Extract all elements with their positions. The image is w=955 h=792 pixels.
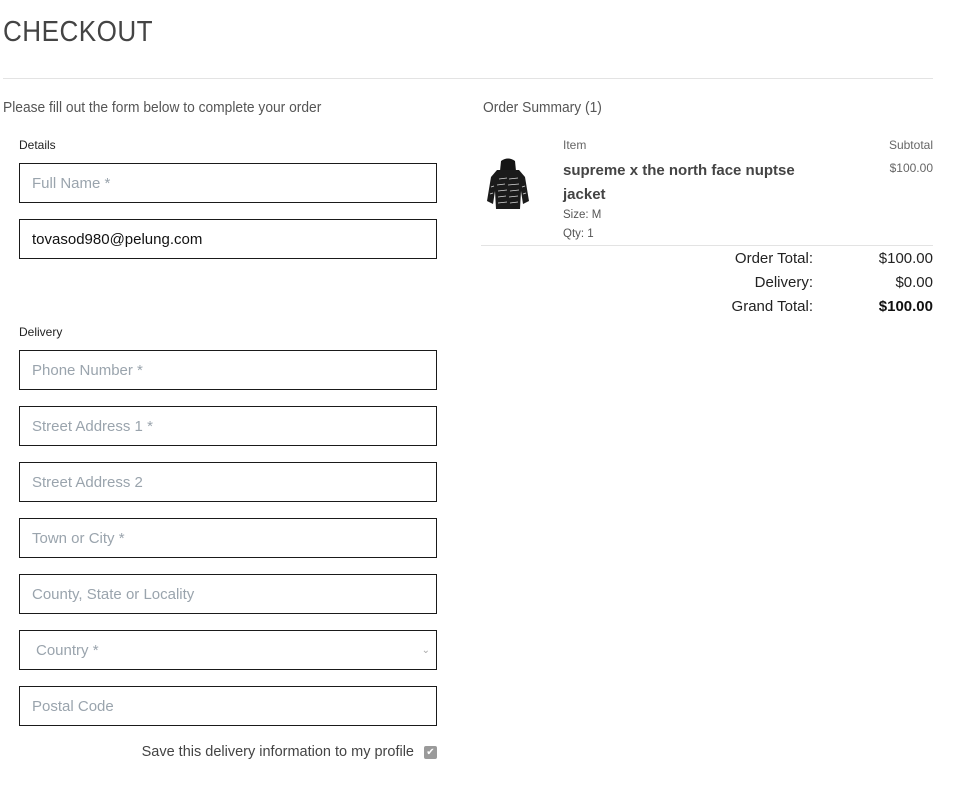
- header-divider: [3, 78, 933, 79]
- order-total-label: Order Total:: [734, 250, 813, 267]
- grand-total-value: $100.00: [878, 298, 933, 315]
- county-field[interactable]: [19, 574, 437, 614]
- street-address-1-field[interactable]: [19, 406, 437, 446]
- product-qty: Qty: 1: [563, 228, 594, 240]
- form-intro: Please fill out the form below to comple…: [3, 99, 322, 116]
- product-thumbnail[interactable]: [485, 157, 531, 211]
- postal-code-field[interactable]: [19, 686, 437, 726]
- grand-total-label: Grand Total:: [731, 298, 813, 315]
- delivery-cost-label: Delivery:: [754, 274, 813, 291]
- column-header-subtotal: Subtotal: [888, 138, 933, 152]
- product-name: supreme x the north face nuptse jacket: [563, 162, 795, 203]
- street-address-2-field[interactable]: [19, 462, 437, 502]
- product-size: Size: M: [563, 209, 602, 221]
- order-total-value: $100.00: [878, 250, 933, 267]
- chevron-down-icon: ⌄: [421, 644, 430, 656]
- save-info-label[interactable]: Save this delivery information to my pro…: [142, 744, 414, 760]
- email-field[interactable]: [19, 219, 437, 259]
- jacket-thumbnail-icon: [487, 158, 529, 209]
- delivery-legend: Delivery: [19, 325, 63, 339]
- page-title: CHECKOUT: [3, 16, 154, 48]
- delivery-cost-value: $0.00: [895, 274, 933, 291]
- details-legend: Details: [19, 138, 56, 152]
- summary-divider: [481, 245, 933, 246]
- phone-field[interactable]: [19, 350, 437, 390]
- country-select-value: Country *: [36, 641, 99, 659]
- country-select[interactable]: Country * ⌄: [19, 630, 437, 670]
- save-info-checkbox[interactable]: ✔: [424, 745, 437, 759]
- product-subtotal: $100.00: [889, 161, 933, 175]
- save-info-row: Save this delivery information to my pro…: [19, 744, 437, 760]
- full-name-field[interactable]: [19, 163, 437, 203]
- town-city-field[interactable]: [19, 518, 437, 558]
- order-summary-title: Order Summary (1): [483, 99, 602, 116]
- column-header-item: Item: [563, 138, 587, 152]
